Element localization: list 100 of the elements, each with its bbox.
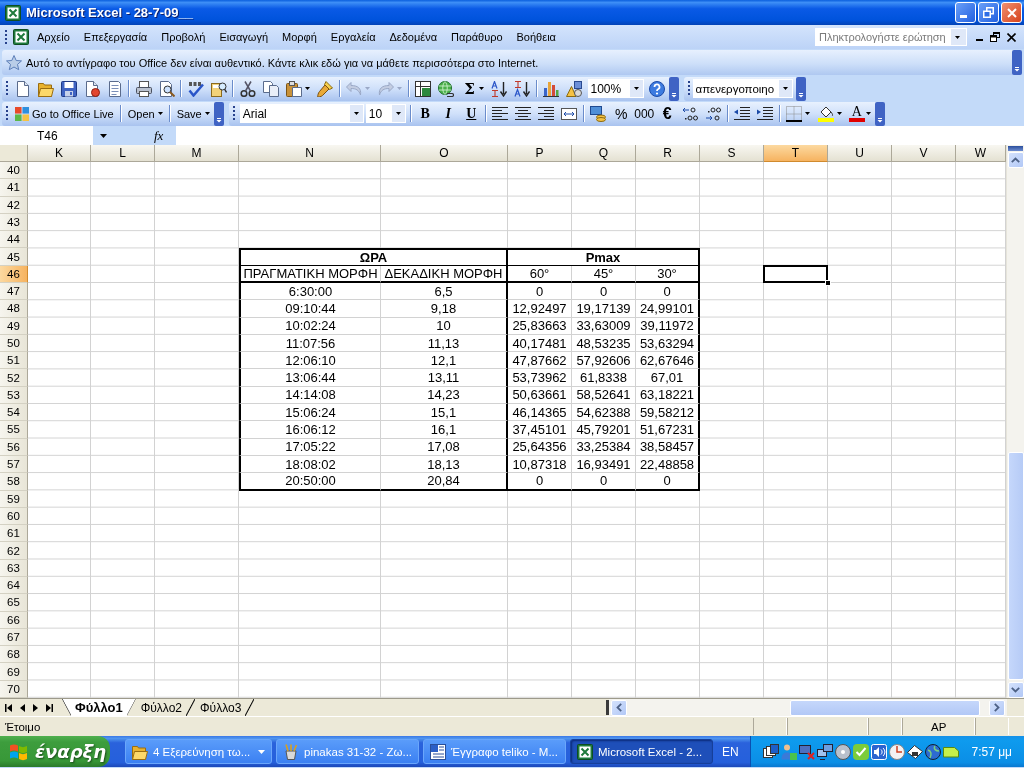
- menu-item[interactable]: Βοήθεια: [509, 29, 563, 45]
- monitors-icon[interactable]: [817, 743, 834, 760]
- window-stack-icon[interactable]: [763, 743, 780, 760]
- brush-icon[interactable]: [317, 80, 333, 97]
- column-header[interactable]: P: [508, 145, 572, 162]
- row-header[interactable]: 65: [0, 594, 28, 612]
- shapes-icon[interactable]: [566, 80, 582, 97]
- help-icon[interactable]: [649, 80, 665, 97]
- magnifier-page-icon[interactable]: [158, 80, 175, 97]
- grid-square-icon[interactable]: [415, 80, 431, 97]
- disc-icon[interactable]: [835, 743, 852, 760]
- row-header[interactable]: 47: [0, 283, 28, 301]
- skip-right-icon[interactable]: [46, 703, 53, 712]
- grip-handle[interactable]: [687, 81, 690, 96]
- menu-item[interactable]: Προβολή: [154, 29, 213, 45]
- borders-icon[interactable]: [786, 105, 803, 122]
- caret-icon[interactable]: [204, 112, 210, 115]
- zoom-dropdown[interactable]: 100%: [587, 79, 644, 98]
- row-header[interactable]: 41: [0, 179, 28, 197]
- scroll-left-button[interactable]: [611, 699, 627, 716]
- menu-item[interactable]: Επεξεργασία: [76, 29, 155, 45]
- globe-icon[interactable]: [925, 743, 942, 760]
- close-icon[interactable]: [1007, 32, 1016, 42]
- scroll-up-button[interactable]: [1007, 152, 1024, 168]
- column-header[interactable]: W: [956, 145, 1006, 162]
- insert-function-button[interactable]: fx: [154, 127, 174, 144]
- money-icon[interactable]: [590, 105, 607, 122]
- row-header[interactable]: 40: [0, 162, 28, 180]
- restore-button[interactable]: [978, 2, 999, 23]
- name-box[interactable]: T46: [0, 126, 93, 145]
- two-pages-icon[interactable]: [262, 80, 279, 97]
- menu-item[interactable]: Εισαγωγή: [212, 29, 276, 45]
- menu-item[interactable]: Δεδομένα: [382, 29, 445, 45]
- page-icon[interactable]: [14, 80, 31, 97]
- percent-button[interactable]: %: [609, 103, 633, 124]
- skip-left-icon[interactable]: [5, 703, 12, 712]
- caret-icon[interactable]: [395, 112, 401, 115]
- toolbar-options-icon[interactable]: [795, 76, 806, 101]
- underline-button[interactable]: U: [459, 103, 483, 124]
- column-header[interactable]: Q: [572, 145, 636, 162]
- sheet-tab[interactable]: Φύλλο1: [62, 699, 136, 716]
- clipboard-icon[interactable]: [285, 80, 302, 97]
- spreadsheet-icon[interactable]: [5, 4, 21, 21]
- printer-icon[interactable]: [135, 80, 152, 97]
- style-dropdown[interactable]: απενεργοποιηο: [692, 79, 793, 98]
- sort-ascending-icon[interactable]: [491, 80, 507, 97]
- column-header[interactable]: S: [700, 145, 764, 162]
- row-header[interactable]: 48: [0, 300, 28, 318]
- selected-cell[interactable]: [763, 264, 828, 284]
- align-left-icon[interactable]: [492, 105, 509, 122]
- menu-button[interactable]: Open: [123, 103, 167, 124]
- formula-field[interactable]: [176, 126, 1024, 145]
- scroll-thumb[interactable]: [790, 699, 980, 716]
- column-header[interactable]: T: [764, 145, 828, 162]
- caret-icon[interactable]: [304, 87, 310, 90]
- checkmark-icon[interactable]: [187, 80, 204, 97]
- row-header[interactable]: 45: [0, 248, 28, 266]
- menu-button[interactable]: Save: [172, 103, 214, 124]
- thousands-button[interactable]: 000: [632, 103, 656, 124]
- column-header[interactable]: L: [91, 145, 155, 162]
- menu-item[interactable]: Παράθυρο: [444, 29, 510, 45]
- column-header[interactable]: M: [155, 145, 239, 162]
- caret-icon[interactable]: [805, 112, 811, 115]
- increase-decimal-icon[interactable]: [682, 105, 699, 122]
- row-header[interactable]: 62: [0, 542, 28, 560]
- caret-icon[interactable]: [865, 112, 871, 115]
- vertical-scrollbar[interactable]: [1006, 145, 1024, 698]
- fill-handle[interactable]: [825, 280, 831, 287]
- caret-icon[interactable]: [353, 112, 359, 115]
- right-triangle-icon[interactable]: [33, 703, 38, 712]
- grip-handle[interactable]: [6, 106, 8, 121]
- row-header[interactable]: 61: [0, 525, 28, 543]
- page-badge-icon[interactable]: [83, 80, 100, 97]
- close-button[interactable]: [1001, 2, 1022, 23]
- office-live-button[interactable]: Go to Office Live: [11, 103, 118, 124]
- scroll-right-button[interactable]: [989, 699, 1005, 716]
- euro-button[interactable]: €: [655, 103, 679, 124]
- toolbar-options-icon[interactable]: [874, 101, 885, 126]
- speaker-icon[interactable]: [871, 743, 888, 760]
- merge-center-icon[interactable]: [561, 105, 578, 122]
- font-color-button[interactable]: A: [848, 105, 865, 122]
- spreadsheet-icon[interactable]: [13, 29, 29, 45]
- italic-button[interactable]: I: [436, 103, 460, 124]
- align-center-icon[interactable]: [515, 105, 532, 122]
- scissors-icon[interactable]: [239, 80, 256, 97]
- bar-chart-icon[interactable]: [543, 80, 559, 97]
- split-handle[interactable]: [1008, 146, 1023, 151]
- column-header[interactable]: R: [636, 145, 700, 162]
- caret-icon[interactable]: [836, 112, 842, 115]
- caret-icon[interactable]: [782, 87, 788, 90]
- grip-handle[interactable]: [232, 106, 235, 121]
- paint-bucket-icon[interactable]: [817, 105, 834, 122]
- row-header[interactable]: 54: [0, 404, 28, 422]
- font-size-dropdown[interactable]: 10: [365, 104, 406, 123]
- caret-icon[interactable]: [954, 35, 960, 39]
- folder-icon[interactable]: [37, 80, 54, 97]
- caret-icon[interactable]: [99, 133, 107, 138]
- autosum-button[interactable]: Σ: [461, 78, 478, 99]
- menu-item[interactable]: Αρχείο: [30, 29, 77, 45]
- grip-handle[interactable]: [5, 29, 7, 45]
